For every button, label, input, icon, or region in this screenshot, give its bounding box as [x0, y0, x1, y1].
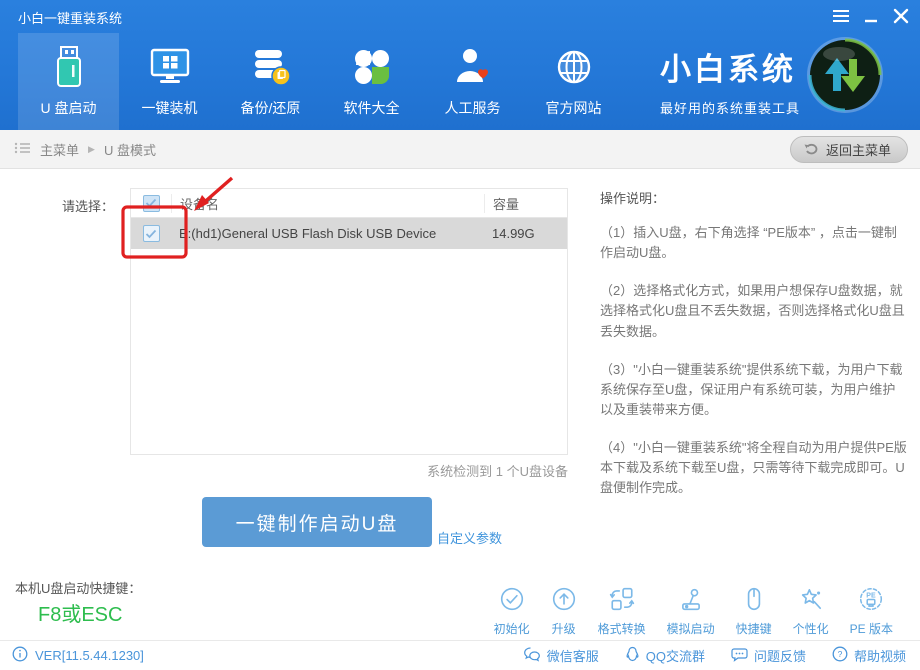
qq-penguin-icon: [625, 646, 640, 665]
instruction-step: （4）"小白一键重装系统"将全程自动为用户提供PE版本下载及系统下载至U盘，只需…: [600, 438, 907, 498]
hotkey-label: 本机U盘启动快捷键：: [15, 578, 141, 597]
mouse-icon: [741, 586, 767, 617]
database-icon: [249, 43, 293, 91]
wechat-icon: [523, 646, 541, 665]
instruction-step: （1）插入U盘，右下角选择 “PE版本” ，点击一键制作启动U盘。: [600, 223, 907, 263]
back-button-label: 返回主菜单: [826, 140, 891, 159]
select-label: 请选择：: [62, 196, 114, 215]
brand-logo-icon: [806, 36, 884, 114]
titlebar: 小白一键重装系统: [0, 0, 920, 32]
instructions-panel: 操作说明： （1）插入U盘，右下角选择 “PE版本” ，点击一键制作启动U盘。 …: [600, 188, 907, 517]
breadcrumb-root[interactable]: 主菜单: [40, 140, 79, 159]
tool-upgrade[interactable]: 升级: [551, 586, 577, 637]
breadcrumb-current: U 盘模式: [104, 140, 156, 159]
joystick-icon: [678, 586, 704, 617]
menu-icon[interactable]: [830, 6, 852, 26]
column-header-capacity: 容量: [484, 194, 567, 213]
main-nav: U 盘启动 一键装机: [18, 33, 624, 130]
upgrade-icon: [551, 586, 577, 617]
instruction-step: （2）选择格式化方式，如果用户想保存U盘数据，就选择格式化U盘且不丢失数据，否则…: [600, 281, 907, 341]
nav-label: 人工服务: [445, 98, 501, 118]
select-all-checkbox[interactable]: [143, 195, 160, 212]
person-heart-icon: [452, 43, 494, 91]
tools-row: 初始化 升级 格式转换 模拟启动 快捷键: [494, 586, 893, 637]
nav-label: 官方网站: [546, 98, 602, 118]
hotkey-value: F8或ESC: [38, 598, 122, 627]
brand-name: 小白系统: [660, 44, 800, 89]
brand: 小白系统 最好用的系统重装工具: [660, 44, 800, 117]
nav-item-backup-restore[interactable]: 备份/还原: [220, 33, 321, 130]
clover-apps-icon: [351, 43, 393, 91]
nav-item-usb-boot[interactable]: U 盘启动: [18, 33, 119, 130]
magic-star-icon: [798, 586, 824, 617]
status-links: 微信客服 QQ交流群 问题反馈 ? 帮助视频: [523, 641, 906, 670]
info-icon: [12, 646, 28, 665]
nav-label: 备份/还原: [241, 98, 301, 118]
breadcrumb-separator-icon: ▶: [88, 144, 95, 155]
device-table-header: 设备名 容量: [131, 189, 567, 218]
initialize-icon: [499, 586, 525, 617]
device-table: 设备名 容量 E:(hd1)General USB Flash Disk USB…: [130, 188, 568, 455]
tool-pe-version[interactable]: PE PE 版本: [850, 586, 893, 637]
nav-item-human-service[interactable]: 人工服务: [422, 33, 523, 130]
qq-group-link[interactable]: QQ交流群: [625, 646, 705, 665]
custom-params-link[interactable]: 自定义参数: [437, 528, 502, 547]
tool-personalize[interactable]: 个性化: [793, 586, 829, 637]
breadcrumb-bar: 主菜单 ▶ U 盘模式 返回主菜单: [0, 130, 920, 169]
list-icon: [14, 140, 31, 159]
globe-icon: [553, 43, 595, 91]
format-convert-icon: [609, 586, 635, 617]
svg-text:?: ?: [838, 649, 843, 659]
close-icon[interactable]: [890, 6, 912, 26]
back-to-main-menu-button[interactable]: 返回主菜单: [790, 136, 908, 163]
nav-item-one-click-install[interactable]: 一键装机: [119, 33, 220, 130]
svg-text:PE: PE: [867, 592, 877, 599]
nav-label: 软件大全: [344, 98, 400, 118]
wechat-support-link[interactable]: 微信客服: [523, 646, 599, 665]
brand-tagline: 最好用的系统重装工具: [660, 98, 800, 117]
nav-item-software-center[interactable]: 软件大全: [321, 33, 422, 130]
device-row[interactable]: E:(hd1)General USB Flash Disk USB Device…: [131, 218, 567, 249]
nav-label: U 盘启动: [41, 98, 97, 118]
help-icon: ?: [832, 646, 848, 665]
monitor-icon: [147, 43, 193, 91]
minimize-icon[interactable]: [860, 6, 882, 26]
feedback-bubble-icon: [731, 646, 748, 665]
window-title: 小白一键重装系统: [18, 8, 122, 27]
tool-simulate-boot[interactable]: 模拟启动: [667, 586, 715, 637]
column-header-device: 设备名: [171, 194, 484, 213]
version-info: VER[11.5.44.1230]: [12, 641, 144, 670]
pe-version-icon: PE: [858, 586, 884, 617]
make-boot-usb-button[interactable]: 一键制作启动U盘: [202, 497, 432, 547]
app-window: 小白一键重装系统: [0, 0, 920, 670]
tool-initialize[interactable]: 初始化: [494, 586, 530, 637]
nav-item-official-site[interactable]: 官方网站: [523, 33, 624, 130]
tool-hotkey[interactable]: 快捷键: [736, 586, 772, 637]
device-capacity: 14.99G: [484, 226, 567, 241]
detect-status-text: 系统检测到 1 个U盘设备: [427, 461, 568, 480]
tool-format-convert[interactable]: 格式转换: [598, 586, 646, 637]
instructions-title: 操作说明：: [600, 188, 907, 207]
usb-drive-icon: [49, 43, 89, 91]
instruction-step: （3）"小白一键重装系统"提供系统下载，为用户下载系统保存至U盘，保证用户有系统…: [600, 360, 907, 420]
header: 小白一键重装系统: [0, 0, 920, 130]
device-row-checkbox[interactable]: [143, 225, 160, 242]
breadcrumb: 主菜单 ▶ U 盘模式: [14, 130, 156, 168]
nav-label: 一键装机: [142, 98, 198, 118]
device-name: E:(hd1)General USB Flash Disk USB Device: [171, 226, 484, 241]
help-video-link[interactable]: ? 帮助视频: [832, 646, 906, 665]
feedback-link[interactable]: 问题反馈: [731, 646, 806, 665]
statusbar: VER[11.5.44.1230] 微信客服 QQ交流群 问题反馈: [0, 640, 920, 670]
version-text: VER[11.5.44.1230]: [35, 648, 144, 663]
back-arrow-icon: [803, 141, 819, 159]
